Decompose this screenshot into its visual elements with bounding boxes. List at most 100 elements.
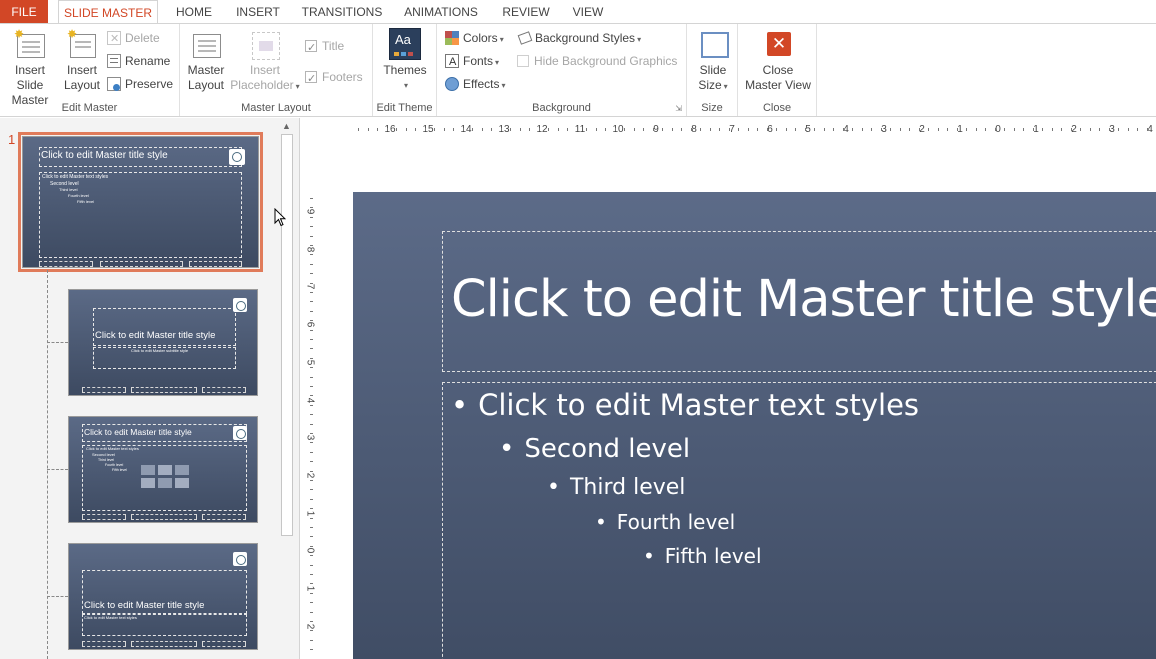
group-label-edit-master: Edit Master: [61, 102, 118, 114]
thumb-footer-date: [82, 641, 126, 647]
preserve-label: Preserve: [125, 77, 174, 91]
ruler-tick: [776, 128, 777, 131]
ruler-tick: [1118, 128, 1119, 131]
ruler-tick: [310, 348, 313, 350]
ruler-tick: [947, 128, 948, 131]
thumb-slide-master[interactable]: Click to edit Master title style Click t…: [18, 132, 263, 272]
slide-size-button[interactable]: Slide Size ▾: [691, 28, 735, 94]
thumb-section-header-layout[interactable]: Click to edit Master title style Click t…: [68, 543, 258, 650]
scroll-up-icon[interactable]: ▲: [282, 121, 291, 131]
tab-view[interactable]: VIEW: [565, 0, 611, 24]
ruler-tick: [310, 508, 313, 510]
background-styles-button[interactable]: Background Styles ▾: [517, 28, 641, 48]
insert-placeholder-button[interactable]: Insert Placeholder ▾: [229, 28, 301, 94]
text-level-4[interactable]: • Fourth level: [595, 510, 735, 534]
thumb-title-content-layout[interactable]: Click to edit Master title style Click t…: [68, 416, 258, 523]
slide-size-label-1: Slide: [699, 63, 727, 77]
close-master-view-button[interactable]: ✕ Close Master View: [742, 28, 814, 93]
ruler-tick: [975, 128, 977, 131]
group-background: Colors ▾ A Fonts ▾ Effects ▾ Background Styl…: [437, 24, 687, 116]
themes-dropdown-icon: ▾: [403, 81, 408, 90]
insert-placeholder-label-2: Placeholder ▾: [230, 78, 300, 92]
ruler-tick: [310, 216, 313, 218]
scrollbar-thumb[interactable]: [281, 134, 293, 536]
ruler-tick: [310, 198, 313, 199]
ruler-tick: [310, 451, 313, 453]
ruler-number: 5: [304, 359, 316, 366]
ribbon-tab-bar: FILE SLIDE MASTER HOME INSERT TRANSITION…: [0, 0, 1156, 25]
ruler-tick: [481, 128, 483, 131]
ruler-tick: [310, 226, 313, 228]
ruler-tick: [861, 128, 863, 131]
ruler-tick: [310, 621, 313, 622]
thumb-title-slide-layout[interactable]: Click to edit Master title style Click t…: [68, 289, 258, 396]
ruler-tick: [386, 128, 388, 131]
themes-button[interactable]: Aa Themes ▾: [381, 28, 429, 93]
thumb-body-level-5: Fifth level: [77, 199, 95, 204]
thumb-body-level-1: Click to edit Master text styles: [42, 174, 109, 180]
title-checkbox[interactable]: Title: [305, 36, 344, 58]
ruler-tick: [956, 128, 958, 131]
ruler-tick: [842, 128, 844, 131]
ruler-tick: [434, 128, 435, 131]
ruler-tick: [757, 128, 758, 131]
thumb-logo-icon: [233, 552, 247, 566]
text-level-2[interactable]: • Second level: [499, 434, 690, 464]
insert-slide-master-button[interactable]: ✸ Insert Slide Master: [0, 28, 60, 108]
tab-insert[interactable]: INSERT: [230, 0, 286, 24]
thumb-footer-date: [82, 514, 126, 520]
ruler-tick: [310, 555, 313, 557]
ruler-tick: [310, 611, 313, 613]
ruler-tick: [1013, 128, 1015, 131]
text-level-1[interactable]: • Click to edit Master text styles: [451, 388, 919, 422]
ruler-tick: [719, 128, 720, 131]
tab-review[interactable]: REVIEW: [497, 0, 555, 24]
ruler-tick: [1108, 128, 1110, 131]
ruler-tick: [1042, 128, 1043, 131]
slide-number: 1: [8, 132, 16, 147]
title-check-icon: [305, 38, 317, 58]
text-level-5[interactable]: • Fifth level: [643, 544, 762, 568]
tab-file[interactable]: FILE: [0, 0, 48, 24]
master-title-text[interactable]: Click to edit Master title style: [451, 270, 1156, 329]
tab-home[interactable]: HOME: [166, 0, 222, 24]
delete-button[interactable]: ✕ Delete: [107, 28, 160, 48]
ruler-tick: [576, 128, 578, 131]
fonts-button[interactable]: A Fonts ▾: [445, 51, 499, 71]
pin-icon: [107, 77, 121, 91]
thumb-footer-number: [202, 641, 246, 647]
insert-layout-label-1: Insert: [66, 63, 97, 77]
body-placeholder[interactable]: [442, 382, 1156, 659]
text-level-3[interactable]: • Third level: [547, 475, 685, 500]
tab-transitions[interactable]: TRANSITIONS: [296, 0, 388, 24]
ruler-tick: [310, 367, 313, 369]
rename-button[interactable]: Rename: [107, 51, 170, 71]
insert-layout-button[interactable]: ✸ Insert Layout: [62, 28, 102, 93]
ruler-tick: [510, 128, 511, 131]
close-master-view-label-1: Close: [762, 63, 794, 77]
master-layout-label-2: Layout: [187, 78, 225, 92]
thumbnail-scrollbar[interactable]: ▲: [280, 118, 294, 659]
hide-background-graphics-checkbox[interactable]: Hide Background Graphics: [517, 51, 677, 71]
ruler-tick: [310, 376, 313, 378]
preserve-button[interactable]: Preserve: [107, 74, 173, 94]
colors-button[interactable]: Colors ▾: [445, 28, 504, 48]
tab-animations[interactable]: ANIMATIONS: [396, 0, 486, 24]
tab-slide-master[interactable]: SLIDE MASTER: [58, 0, 158, 25]
fonts-label: Fonts: [463, 54, 494, 68]
ruler-tick: [310, 592, 313, 594]
ruler-tick: [443, 128, 445, 131]
master-layout-button[interactable]: Master Layout: [186, 28, 226, 93]
group-label-background: Background: [532, 102, 591, 114]
insert-slide-master-icon: ✸: [14, 28, 46, 60]
ruler-tick: [1146, 128, 1148, 131]
ruler-tick: [928, 128, 929, 131]
background-dialog-launcher-icon[interactable]: ⇲: [675, 104, 682, 113]
master-slide[interactable]: Click to edit Master title style • Click …: [353, 192, 1156, 659]
ruler-tick: [310, 404, 313, 406]
ruler-tick: [804, 128, 806, 131]
effects-button[interactable]: Effects ▾: [445, 74, 505, 94]
thumb-text: Click to edit Master text styles: [84, 615, 137, 620]
footers-checkbox[interactable]: Footers: [305, 67, 363, 89]
background-styles-icon: [517, 31, 533, 45]
